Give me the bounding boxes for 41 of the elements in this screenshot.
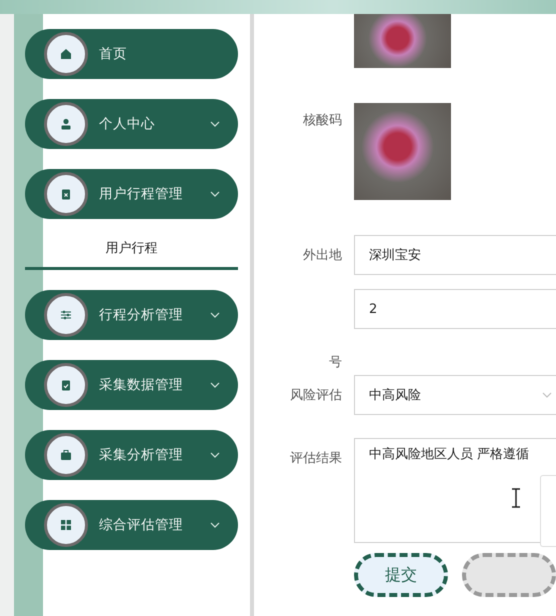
chevron-down-icon [210,312,220,318]
select-value: 中高风险 [369,387,421,404]
cancel-button[interactable] [462,553,556,597]
chevron-down-icon [210,121,220,127]
menu-item[interactable]: 行程分析管理 [25,290,238,340]
menu-item[interactable]: 综合评估管理 [25,500,238,550]
menu-label: 采集分析管理 [99,446,184,464]
menu-label: 采集数据管理 [99,376,184,394]
menu-item[interactable]: 用户行程管理 [25,169,238,219]
briefcase-icon [60,449,72,461]
field-label: 外出地 [303,247,342,264]
clipboard-check-icon [60,379,72,391]
text-field[interactable]: 深圳宝安 [354,235,556,275]
clipboard-icon [60,188,72,200]
submenu-item[interactable]: 用户行程 [25,231,238,270]
submit-button[interactable]: 提交 [354,553,448,597]
menu-label: 行程分析管理 [99,306,184,324]
select-field[interactable]: 中高风险 [354,375,556,415]
menu-label: 首页 [99,45,128,63]
chevron-down-icon [210,452,220,458]
field-label: 风险评估 [290,387,342,404]
sliders-icon [60,309,72,321]
chevron-down-icon [542,392,552,398]
user-icon [60,118,72,130]
text-field[interactable]: 2 [354,289,556,329]
menu-label: 个人中心 [99,115,156,133]
menu-label: 综合评估管理 [99,516,184,534]
field-label: 核酸码 [303,112,342,129]
menu-item[interactable]: 采集分析管理 [25,430,238,480]
home-icon [60,48,72,60]
menu-item[interactable]: 首页 [25,29,238,79]
field-label: 评估结果 [290,450,342,467]
menu-item[interactable]: 采集数据管理 [25,360,238,410]
chevron-down-icon [210,191,220,197]
text-cursor-icon [510,488,522,508]
menu-label: 用户行程管理 [99,185,184,203]
grid-icon [60,519,72,531]
menu-item[interactable]: 个人中心 [25,99,238,149]
chevron-down-icon [210,522,220,528]
chevron-down-icon [210,382,220,388]
field-label: 号 [329,354,342,371]
